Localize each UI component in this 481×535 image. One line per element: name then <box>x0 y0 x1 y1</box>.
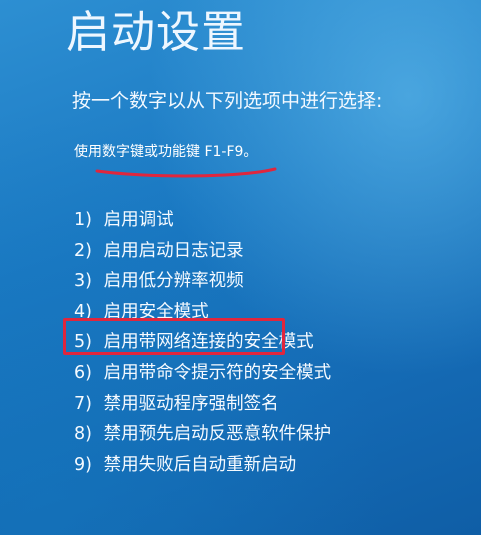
option-label: 禁用预先启动反恶意软件保护 <box>103 424 332 445</box>
option-label: 启用低分辨率视频 <box>103 271 244 292</box>
option-label: 启用启动日志记录 <box>103 240 244 261</box>
red-underline-annotation <box>95 167 277 178</box>
option-enable-low-resolution-video[interactable]: 3) 启用低分辨率视频 <box>74 266 331 297</box>
page-title: 启动设置 <box>66 7 246 58</box>
option-number: 7) <box>74 393 92 414</box>
option-number: 2) <box>74 240 92 261</box>
option-label: 禁用驱动程序强制签名 <box>103 393 279 414</box>
option-label: 启用调试 <box>103 210 174 230</box>
option-number: 8) <box>74 424 92 445</box>
option-enable-safe-mode-command-prompt[interactable]: 6) 启用带命令提示符的安全模式 <box>74 358 331 389</box>
option-disable-auto-restart-after-failure[interactable]: 9) 禁用失败后自动重新启动 <box>74 450 331 481</box>
option-disable-driver-signature-enforcement[interactable]: 7) 禁用驱动程序强制签名 <box>74 389 331 420</box>
option-enable-debugging[interactable]: 1) 启用调试 <box>74 205 331 236</box>
option-number: 6) <box>74 362 92 383</box>
option-number: 1) <box>74 210 92 230</box>
option-label: 启用带命令提示符的安全模式 <box>103 362 332 383</box>
startup-settings-screen: 启动设置 按一个数字以从下列选项中进行选择: 使用数字键或功能键 F1-F9。 … <box>0 0 481 535</box>
option-number: 3) <box>74 271 92 292</box>
option-disable-early-launch-antimalware[interactable]: 8) 禁用预先启动反恶意软件保护 <box>74 419 331 450</box>
red-highlight-box-annotation <box>63 318 285 355</box>
instruction-text: 按一个数字以从下列选项中进行选择: <box>72 90 383 112</box>
hint-text: 使用数字键或功能键 F1-F9。 <box>74 144 258 160</box>
option-label: 禁用失败后自动重新启动 <box>103 454 297 475</box>
option-number: 9) <box>74 454 92 475</box>
option-enable-boot-logging[interactable]: 2) 启用启动日志记录 <box>74 236 331 267</box>
